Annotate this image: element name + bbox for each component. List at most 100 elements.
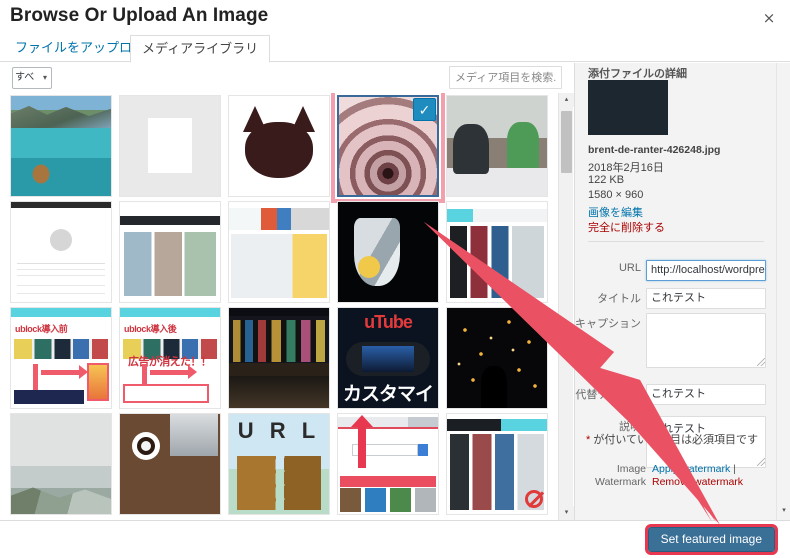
- field-textarea-caption[interactable]: [646, 313, 766, 368]
- field-input-title[interactable]: これテスト: [646, 288, 766, 309]
- chevron-down-icon: ▾: [42, 73, 47, 82]
- sidebar-scroll-down-icon[interactable]: ▾: [777, 504, 790, 518]
- delete-permanently-link[interactable]: 完全に削除する: [588, 219, 665, 235]
- attachment-filename: brent-de-ranter-426248.jpg: [588, 144, 721, 156]
- media-item-ublock-after-screenshot[interactable]: ublock導入後広告が消えた！！: [119, 307, 221, 409]
- ublock-after-note: 広告が消えた！！: [128, 356, 212, 369]
- media-item-image: [11, 414, 111, 514]
- media-item-image: [229, 308, 329, 408]
- ublock-strip: [14, 338, 108, 359]
- ublock-before-title: ublock導入前: [15, 323, 68, 334]
- image-watermark-label: Image Watermark: [595, 463, 646, 488]
- media-item-lantern-festival-night[interactable]: [446, 307, 548, 409]
- field-input-alt-text[interactable]: これテスト: [646, 384, 766, 405]
- required-note-text: が付いている項目は必須項目です: [590, 434, 759, 446]
- wooden-signs: [237, 456, 321, 510]
- filter-select-value: すべ: [15, 72, 35, 83]
- close-icon[interactable]: ×: [756, 6, 782, 30]
- media-item-search-page-screenshot[interactable]: [337, 413, 439, 515]
- media-item-website-screenshot-dark[interactable]: [446, 413, 548, 515]
- page-title: Browse Or Upload An Image: [10, 5, 269, 26]
- sidebar-heading: 添付ファイルの詳細: [588, 68, 687, 80]
- media-type-filter[interactable]: すべ ▾: [12, 67, 52, 89]
- scroll-up-icon[interactable]: ▴: [559, 93, 574, 107]
- media-item-image: U R L: [229, 414, 329, 514]
- scrollbar-thumb[interactable]: [561, 111, 572, 173]
- media-item-cocktail-glass-lemon[interactable]: [337, 201, 439, 303]
- attachment-details-sidebar: 添付ファイルの詳細 brent-de-ranter-426248.jpg 201…: [574, 63, 790, 520]
- field-label-url: URL: [618, 262, 641, 274]
- media-item-website-screenshot-teal[interactable]: [446, 201, 548, 303]
- media-item-image: [11, 96, 111, 196]
- url-letters: U R L: [237, 418, 321, 443]
- right-arrow-icon: [41, 364, 88, 379]
- media-item-lake-boat-mountains[interactable]: [10, 95, 112, 197]
- cat-face: [157, 134, 183, 160]
- youtube-title-text: uTube: [364, 312, 413, 332]
- apply-watermark-link[interactable]: Apply watermark: [652, 463, 730, 475]
- field-label-alt-text: 代替テキスト: [575, 389, 641, 401]
- media-modal: Browse Or Upload An Image × ファイルをアップロード …: [0, 0, 790, 558]
- modal-tabs: ファイルをアップロード メディアライブラリ: [0, 35, 790, 63]
- red-highlight-line: [340, 476, 436, 487]
- media-item-image: [229, 202, 329, 302]
- search-input[interactable]: [449, 66, 562, 89]
- tab-media-library[interactable]: メディアライブラリ: [130, 35, 271, 63]
- media-item-pink-spiral-staircase[interactable]: ✓: [331, 93, 445, 203]
- media-item-image: [338, 414, 438, 514]
- watermark-separator: |: [730, 463, 736, 475]
- media-item-image: [229, 96, 329, 196]
- media-toolbar: すべ ▾: [0, 63, 574, 93]
- media-item-night-city-billboards[interactable]: [228, 307, 330, 409]
- media-item-image: ublock導入前: [11, 308, 111, 408]
- no-entry-icon: [525, 490, 543, 508]
- media-grid-container: ✓ ublock導入前 ublock導入後広告が消えた！！ uTube カスタマイ U R…: [0, 93, 574, 520]
- media-item-youtube-customize-thumbnail[interactable]: uTube カスタマイ: [337, 307, 439, 409]
- media-item-black-cat-small[interactable]: [119, 95, 221, 197]
- field-input-url[interactable]: http://localhost/wordpress/: [646, 260, 766, 281]
- attachment-dimensions: 1580 × 960: [588, 189, 644, 201]
- media-item-ublock-before-screenshot[interactable]: ublock導入前: [10, 307, 112, 409]
- media-grid-scrollbar[interactable]: ▴ ▾: [558, 93, 574, 520]
- media-item-blank-document-screenshot[interactable]: [10, 201, 112, 303]
- media-item-foggy-lake-landscape[interactable]: [10, 413, 112, 515]
- media-item-dora-site-screenshot[interactable]: [228, 201, 330, 303]
- media-item-image: [447, 308, 547, 408]
- media-item-image: [447, 96, 547, 196]
- media-item-black-cat-large[interactable]: [228, 95, 330, 197]
- media-item-url-wooden-signs[interactable]: U R L: [228, 413, 330, 515]
- media-item-blog-listing-screenshot[interactable]: [119, 201, 221, 303]
- highlight-box: [123, 384, 209, 403]
- media-item-image: [447, 414, 547, 514]
- attachment-thumbnail[interactable]: [588, 80, 668, 135]
- scroll-down-icon[interactable]: ▾: [559, 506, 574, 520]
- media-item-image: [447, 202, 547, 302]
- field-label-title: タイトル: [597, 293, 641, 305]
- cat-face: [245, 122, 313, 178]
- modal-footer: Set featured image: [0, 520, 790, 558]
- media-item-image: [120, 414, 220, 514]
- ublock-footer-bar: [14, 389, 84, 405]
- remove-watermark-link[interactable]: Remove watermark: [652, 476, 743, 488]
- sidebar-divider: [588, 241, 764, 242]
- edit-image-link[interactable]: 画像を編集: [588, 204, 643, 220]
- right-arrow-icon: [150, 364, 197, 379]
- media-item-kids-cheering-laptop[interactable]: [446, 95, 548, 197]
- modal-header: Browse Or Upload An Image ×: [0, 0, 790, 33]
- youtube-bottom-text: カスタマイ: [342, 384, 434, 405]
- media-item-desk-coffee-notebook[interactable]: [119, 413, 221, 515]
- set-featured-image-button[interactable]: Set featured image: [644, 524, 779, 555]
- media-item-image: [120, 96, 220, 196]
- media-item-image: ublock導入後広告が消えた！！: [120, 308, 220, 408]
- ublock-after-title: ublock導入後: [124, 323, 177, 334]
- thumbnail-strip: [340, 488, 436, 512]
- required-fields-note: * が付いている項目は必須項目です: [586, 431, 758, 447]
- image-watermark-actions: Apply watermark | Remove watermark: [652, 463, 774, 489]
- sidebar-scrollbar[interactable]: ▾: [776, 63, 790, 520]
- media-item-image: [338, 202, 438, 302]
- ad-banner: [87, 362, 109, 401]
- attachment-filesize: 122 KB: [588, 174, 625, 186]
- field-label-caption: キャプション: [575, 318, 641, 330]
- check-icon[interactable]: ✓: [413, 98, 436, 121]
- media-item-image: [120, 202, 220, 302]
